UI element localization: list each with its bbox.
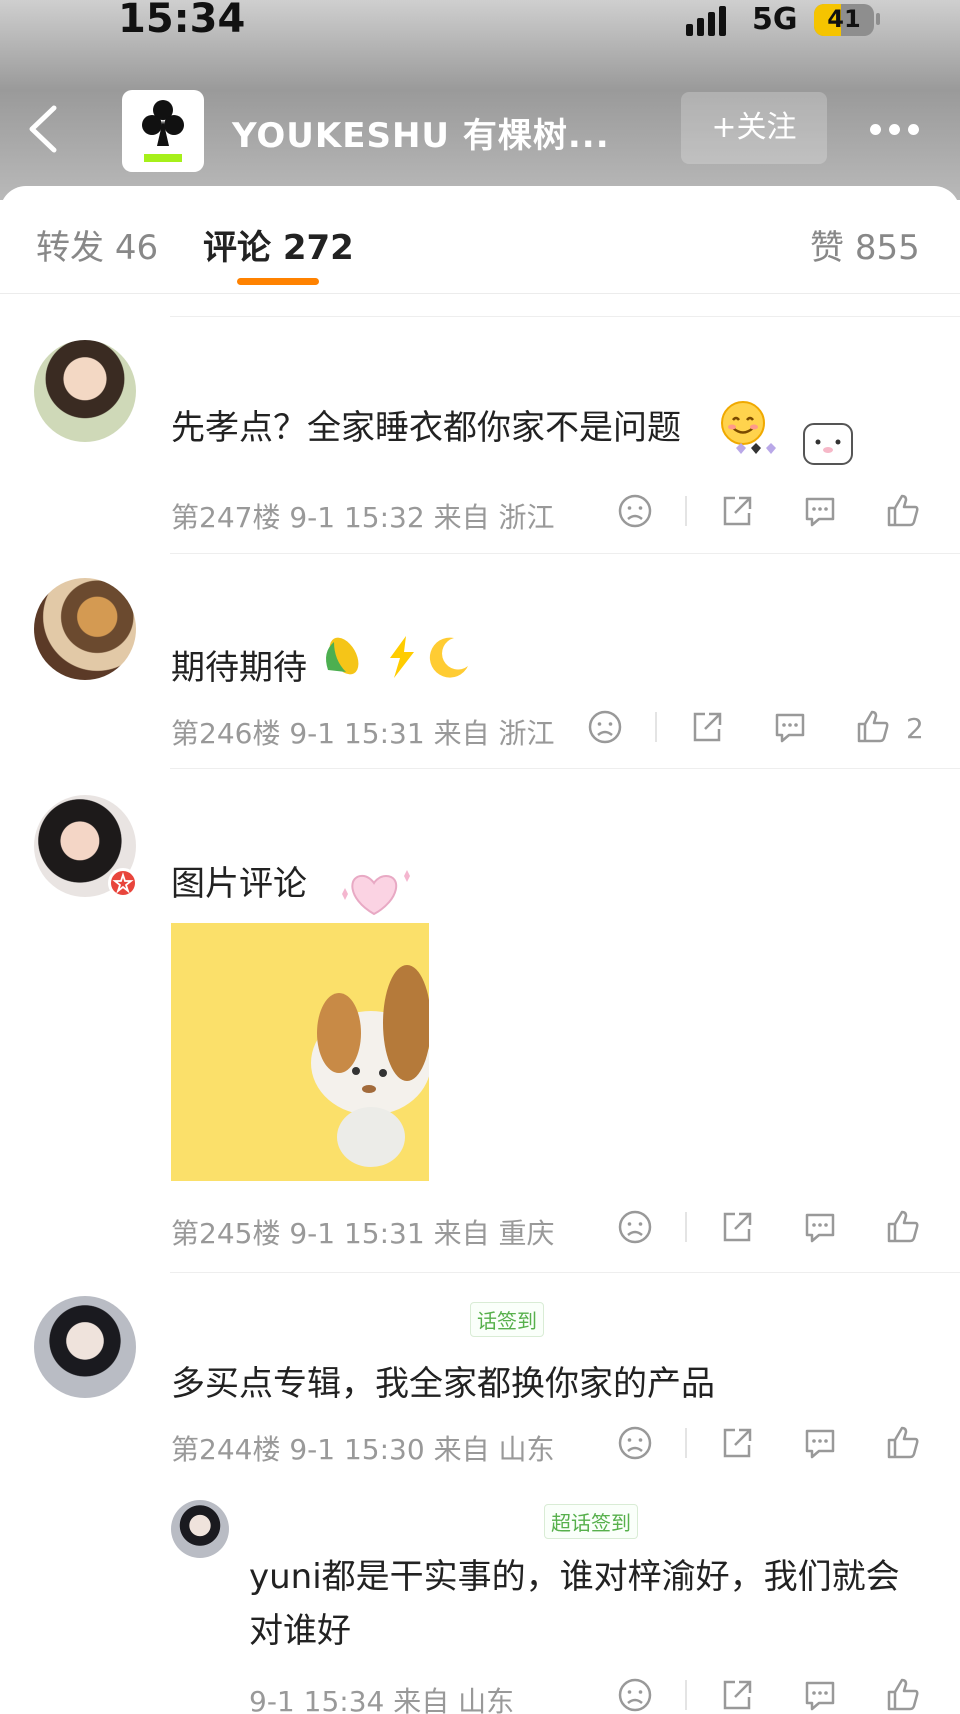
avatar[interactable]	[34, 1296, 136, 1398]
status-bar: 15:34 5G 41	[0, 0, 960, 44]
club-suit-icon	[142, 100, 184, 146]
dislike-icon[interactable]	[616, 1208, 654, 1246]
comment-text: 图片评论	[171, 864, 307, 904]
tab-reposts-label: 转发	[36, 228, 104, 268]
comment-actions	[0, 492, 960, 532]
sticker-bunny-icon	[736, 423, 853, 465]
tab-bar: 转发 46 评论 272 赞 855	[0, 186, 960, 294]
divider	[685, 1680, 687, 1710]
header-bar: 15:34 5G 41 YOUKESHU 有棵树... +关注	[0, 0, 960, 200]
tab-comments[interactable]: 评论 272	[203, 220, 354, 269]
comment-actions: 2	[0, 708, 960, 748]
reply-icon[interactable]	[771, 708, 809, 746]
tab-comments-label: 评论	[203, 228, 271, 268]
reply-text: yuni都是干实事的，谁对梓渝好，我们就会对谁好	[249, 1557, 900, 1651]
account-name[interactable]: YOUKESHU 有棵树...	[232, 108, 610, 157]
like-icon[interactable]	[884, 1424, 922, 1462]
comment-actions	[0, 1424, 960, 1464]
divider	[170, 1272, 960, 1273]
divider	[170, 553, 960, 554]
comment-text: 多买点专辑，我全家都换你家的产品	[171, 1364, 715, 1404]
dislike-icon[interactable]	[616, 1676, 654, 1714]
share-icon[interactable]	[688, 708, 726, 746]
like-icon[interactable]	[854, 708, 892, 746]
tab-reposts-count: 46	[114, 228, 159, 268]
comment-actions	[0, 1208, 960, 1248]
share-icon[interactable]	[718, 1676, 756, 1714]
avatar[interactable]	[34, 340, 136, 442]
puppy-sticker-image	[311, 965, 429, 1167]
reply-avatar[interactable]	[171, 1500, 229, 1558]
reply-icon[interactable]	[801, 492, 839, 530]
divider	[655, 712, 657, 742]
reply-icon[interactable]	[801, 1424, 839, 1462]
share-icon[interactable]	[718, 492, 756, 530]
divider	[685, 1428, 687, 1458]
corn-lightning-moon-emoji-icon	[326, 636, 468, 678]
reply-icon[interactable]	[801, 1676, 839, 1714]
like-icon[interactable]	[884, 1208, 922, 1246]
dislike-icon[interactable]	[616, 492, 654, 530]
reply-actions	[0, 1676, 960, 1714]
tab-likes-count: 855	[854, 228, 920, 268]
battery-icon: 41	[814, 4, 874, 36]
divider	[0, 293, 960, 294]
divider	[685, 496, 687, 526]
reply-icon[interactable]	[801, 1208, 839, 1246]
comment-text: 期待期待	[171, 648, 307, 688]
heart-sticker-icon	[342, 870, 410, 916]
tab-likes-label: 赞	[810, 228, 844, 268]
dislike-icon[interactable]	[616, 1424, 654, 1462]
avatar[interactable]	[34, 578, 136, 680]
comment-image[interactable]	[171, 923, 429, 1181]
back-arrow-icon[interactable]	[24, 104, 64, 154]
divider	[170, 768, 960, 769]
topic-checkin-badge[interactable]: 超话签到	[544, 1504, 638, 1539]
signal-icon	[686, 6, 726, 36]
verified-badge-icon	[108, 868, 138, 898]
like-count: 2	[906, 712, 924, 745]
share-icon[interactable]	[718, 1424, 756, 1462]
battery-level: 41	[827, 5, 861, 33]
status-time: 15:34	[118, 0, 246, 42]
tab-likes[interactable]: 赞 855	[810, 220, 920, 269]
divider	[685, 1212, 687, 1242]
share-icon[interactable]	[718, 1208, 756, 1246]
like-icon[interactable]	[884, 492, 922, 530]
like-icon[interactable]	[884, 1676, 922, 1714]
brand-logo[interactable]	[122, 90, 204, 172]
follow-button[interactable]: +关注	[681, 92, 827, 164]
divider	[170, 316, 960, 317]
network-type: 5G	[752, 2, 798, 37]
tab-reposts[interactable]: 转发 46	[36, 220, 158, 269]
dislike-icon[interactable]	[586, 708, 624, 746]
battery-tip	[876, 13, 880, 25]
topic-checkin-badge[interactable]: 话签到	[470, 1302, 544, 1337]
comment-text: 先孝点？全家睡衣都你家不是问题	[171, 408, 681, 448]
more-options-icon[interactable]	[870, 124, 919, 135]
tab-comments-count: 272	[282, 228, 354, 268]
active-tab-indicator	[237, 278, 319, 285]
